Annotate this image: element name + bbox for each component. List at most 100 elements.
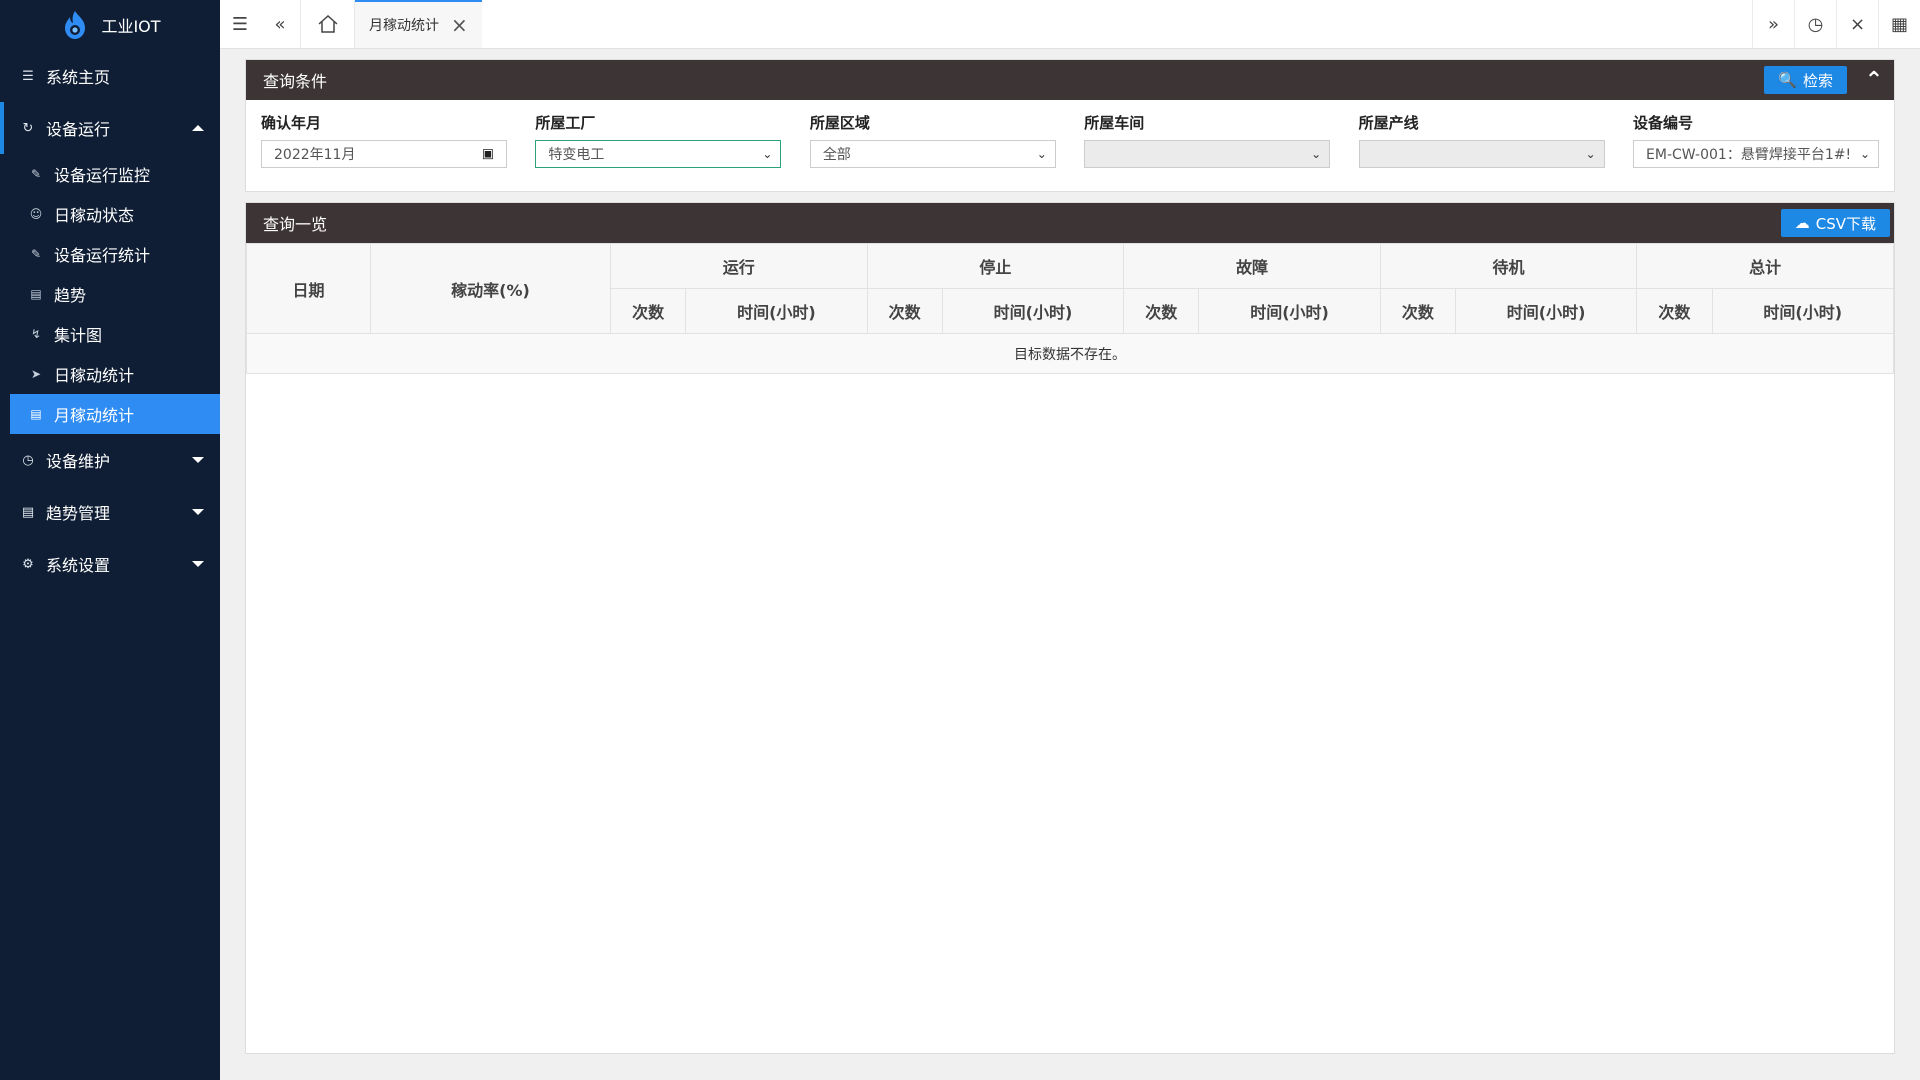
sidebar-subitem-monthly-stats[interactable]: ▤ 月稼动统计 bbox=[10, 394, 220, 434]
chevron-down-icon: ⌄ bbox=[1036, 147, 1047, 161]
sidebar-item-label: 系统主页 bbox=[46, 68, 111, 87]
line-select[interactable]: ⌄ bbox=[1358, 140, 1605, 168]
calendar-icon[interactable]: ▣ bbox=[482, 147, 494, 162]
query-panel-title: 查询条件 bbox=[263, 72, 328, 91]
workshop-select[interactable]: ⌄ bbox=[1084, 140, 1331, 168]
month-value: 2022年11月 bbox=[274, 147, 356, 163]
doc-icon: ▤ bbox=[21, 504, 35, 520]
col-group-stop: 停止 bbox=[866, 243, 1125, 289]
refresh-icon: ↻ bbox=[22, 120, 34, 136]
search-icon: 🔍 bbox=[1778, 71, 1797, 89]
sidebar-subitem-label: 日稼动状态 bbox=[54, 206, 135, 225]
col-header-count: 次数 bbox=[1379, 288, 1456, 334]
filter-label: 确认年月 bbox=[261, 114, 322, 132]
table-row: 目标数据不存在。 bbox=[246, 333, 1894, 374]
factory-select[interactable]: 特变电工 ⌄ bbox=[535, 140, 782, 168]
scroll-right-icon[interactable]: » bbox=[1752, 0, 1794, 48]
menu-toggle-icon[interactable]: ☰ bbox=[220, 0, 260, 48]
sidebar-subitem-trend[interactable]: ▤ 趋势 bbox=[0, 274, 220, 314]
edit-doc-icon: ✎ bbox=[30, 167, 42, 181]
sidebar-item-home[interactable]: ☰ 系统主页 bbox=[0, 50, 220, 102]
col-header-time: 时间(小时) bbox=[1198, 288, 1381, 334]
filter-label: 所屋区域 bbox=[809, 114, 870, 132]
filter-month: 确认年月 2022年11月 ▣ bbox=[261, 112, 535, 194]
col-group-total: 总计 bbox=[1636, 243, 1894, 289]
clock-icon: ◷ bbox=[22, 452, 34, 468]
col-header-time: 时间(小时) bbox=[685, 288, 868, 334]
sidebar-item-settings[interactable]: ⚙ 系统设置 bbox=[0, 538, 220, 590]
col-header-count: 次数 bbox=[1636, 288, 1713, 334]
results-panel: 查询一览 ☁ CSV下载 日期 稼动率(%) 运行 停止 故障 待机 总计 次数… bbox=[245, 202, 1895, 1054]
sidebar-subitem-operation-stats[interactable]: ✎ 设备运行统计 bbox=[0, 234, 220, 274]
doc-icon: ▤ bbox=[30, 407, 42, 421]
col-header-time: 时间(小时) bbox=[1454, 288, 1638, 334]
filter-area: 所屋区域 全部 ⌄ bbox=[809, 112, 1084, 194]
sidebar-subitem-label: 月稼动统计 bbox=[54, 406, 135, 425]
doc-icon: ▤ bbox=[30, 287, 42, 301]
edit-doc-icon: ✎ bbox=[30, 247, 42, 261]
results-panel-header: 查询一览 ☁ CSV下载 bbox=[246, 203, 1894, 243]
layers-icon: ☰ bbox=[22, 68, 34, 84]
collapse-up-icon[interactable]: ⌃ bbox=[1860, 66, 1888, 94]
month-input[interactable]: 2022年11月 ▣ bbox=[261, 140, 507, 168]
sidebar-item-operation[interactable]: ↻ 设备运行 bbox=[0, 102, 220, 154]
tab-monthly-stats[interactable]: 月稼动统计 × bbox=[355, 0, 482, 48]
chevron-down-icon: ⌄ bbox=[762, 147, 773, 161]
cloud-download-icon: ☁ bbox=[1794, 214, 1810, 232]
history-icon[interactable]: ◷ bbox=[1794, 0, 1836, 48]
gear-icon: ⚙ bbox=[22, 556, 34, 572]
app-logo[interactable]: 工业IOT bbox=[0, 0, 220, 50]
filter-label: 所屋产线 bbox=[1358, 114, 1419, 132]
chevron-down-icon: ⌄ bbox=[1311, 147, 1322, 161]
sidebar-subitem-label: 设备运行统计 bbox=[54, 246, 151, 265]
search-button-label: 检索 bbox=[1802, 71, 1833, 90]
device-select[interactable]: EM-CW-001：悬臂焊接平台1#! ⌄ bbox=[1633, 140, 1880, 168]
sidebar-subitem-monitor[interactable]: ✎ 设备运行监控 bbox=[0, 154, 220, 194]
query-panel: 查询条件 🔍 检索 ⌃ 确认年月 2022年11月 ▣ 所屋工厂 特变电工 ⌄ … bbox=[245, 59, 1895, 192]
tab-label: 月稼动统计 bbox=[369, 18, 439, 34]
chevron-down-icon: ⌄ bbox=[1585, 147, 1596, 161]
close-icon[interactable]: × bbox=[451, 13, 468, 37]
col-header-rate: 稼动率(%) bbox=[370, 243, 611, 334]
smile-icon: ☺ bbox=[29, 207, 43, 221]
empty-message: 目标数据不存在。 bbox=[246, 333, 1894, 374]
scroll-left-icon[interactable]: « bbox=[260, 0, 300, 48]
filter-label: 设备编号 bbox=[1633, 114, 1694, 132]
home-icon[interactable] bbox=[300, 0, 355, 48]
sidebar-menu: ☰ 系统主页 ↻ 设备运行 ✎ 设备运行监控 ☺ 日稼动状态 ✎ 设备运行统计 … bbox=[0, 50, 220, 590]
sidebar-subitem-label: 日稼动统计 bbox=[54, 366, 135, 385]
col-group-run: 运行 bbox=[610, 243, 868, 289]
sidebar-item-trend-mgmt[interactable]: ▤ 趋势管理 bbox=[0, 486, 220, 538]
csv-download-button[interactable]: ☁ CSV下载 bbox=[1780, 209, 1890, 237]
filter-workshop: 所屋车间 ⌄ bbox=[1084, 112, 1358, 194]
csv-download-label: CSV下载 bbox=[1815, 214, 1876, 233]
query-panel-header: 查询条件 🔍 检索 ⌃ bbox=[246, 60, 1894, 100]
sidebar-item-label: 设备维护 bbox=[46, 452, 111, 471]
sidebar-subitem-daily-stats[interactable]: ➤ 日稼动统计 bbox=[0, 354, 220, 394]
area-select[interactable]: 全部 ⌄ bbox=[809, 140, 1056, 168]
chevron-down-icon: ⌄ bbox=[1859, 147, 1871, 161]
close-all-icon[interactable]: × bbox=[1836, 0, 1878, 48]
sidebar-subitem-label: 设备运行监控 bbox=[54, 166, 151, 185]
col-group-fault: 故障 bbox=[1123, 243, 1381, 289]
caret-down-icon bbox=[192, 509, 204, 515]
caret-up-icon bbox=[192, 125, 204, 131]
search-button[interactable]: 🔍 检索 bbox=[1764, 66, 1847, 94]
sidebar-item-label: 系统设置 bbox=[46, 556, 111, 575]
operation-submenu: ✎ 设备运行监控 ☺ 日稼动状态 ✎ 设备运行统计 ▤ 趋势 ↯ 集计图 ➤ 日… bbox=[0, 154, 220, 434]
factory-value: 特变电工 bbox=[548, 147, 605, 163]
sidebar-subitem-daily-status[interactable]: ☺ 日稼动状态 bbox=[0, 194, 220, 234]
grid-icon[interactable]: ▦ bbox=[1878, 0, 1920, 48]
filter-label: 所屋车间 bbox=[1084, 114, 1145, 132]
col-header-date: 日期 bbox=[246, 243, 371, 334]
sidebar-item-label: 设备运行 bbox=[46, 120, 111, 139]
sidebar-item-maintenance[interactable]: ◷ 设备维护 bbox=[0, 434, 220, 486]
sidebar-subitem-label: 集计图 bbox=[54, 326, 103, 345]
query-filters: 确认年月 2022年11月 ▣ 所屋工厂 特变电工 ⌄ 所屋区域 全部 ⌄ 所屋… bbox=[246, 100, 1894, 194]
sidebar: 工业IOT ☰ 系统主页 ↻ 设备运行 ✎ 设备运行监控 ☺ 日稼动状态 ✎ 设… bbox=[0, 0, 220, 1080]
area-value: 全部 bbox=[822, 147, 851, 163]
filter-line: 所屋产线 ⌄ bbox=[1358, 112, 1633, 194]
device-value: EM-CW-001：悬臂焊接平台1#! bbox=[1646, 147, 1852, 163]
sidebar-subitem-chart[interactable]: ↯ 集计图 bbox=[0, 314, 220, 354]
col-header-time: 时间(小时) bbox=[941, 288, 1125, 334]
